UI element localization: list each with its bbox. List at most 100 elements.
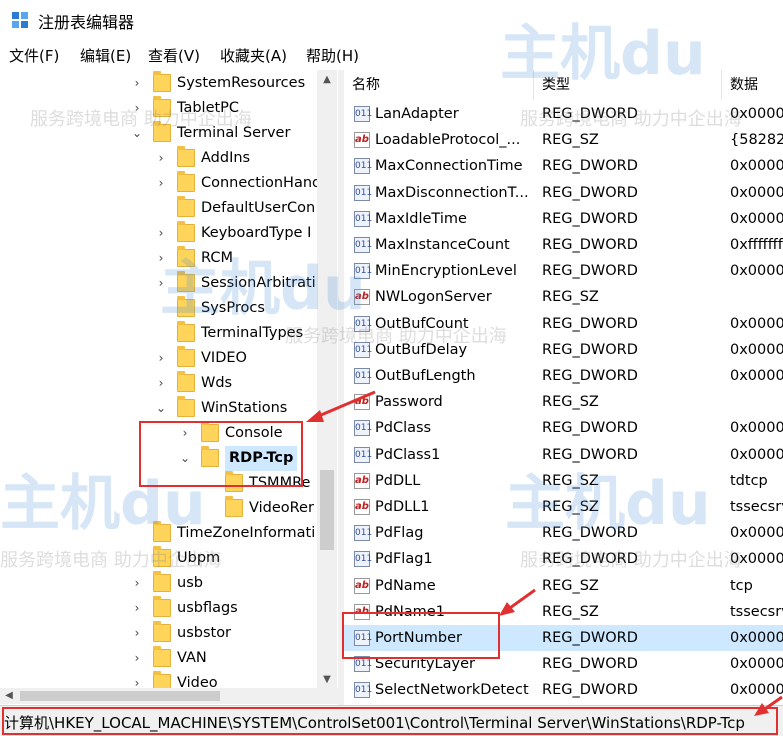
expand-arrow-icon[interactable]: › xyxy=(130,646,144,671)
value-row[interactable]: 011OutBufCount REG_DWORD 0x00000 xyxy=(344,311,783,337)
tree-item-label[interactable]: SessionArbitrati xyxy=(201,271,316,296)
value-row[interactable]: 011PdFlag1 REG_DWORD 0x00000 xyxy=(344,546,783,572)
tree-item[interactable]: › VAN xyxy=(0,646,338,671)
tree-item-label[interactable]: AddIns xyxy=(201,146,250,171)
tree-item-label[interactable]: Wds xyxy=(201,371,232,396)
expand-arrow-icon[interactable]: › xyxy=(154,271,168,296)
tree-item[interactable]: ⌄ RDP-Tcp xyxy=(0,446,338,471)
expand-arrow-icon[interactable]: ⌄ xyxy=(130,121,144,146)
value-row[interactable]: 011PortNumber REG_DWORD 0x00000 xyxy=(344,625,783,651)
expand-arrow-icon[interactable]: › xyxy=(154,346,168,371)
tree-item[interactable]: › RCM xyxy=(0,246,338,271)
expand-arrow-icon[interactable] xyxy=(202,496,216,521)
tree-item-label[interactable]: VIDEO xyxy=(201,346,247,371)
tree-item[interactable]: DefaultUserCon xyxy=(0,196,338,221)
tree-item[interactable]: › Wds xyxy=(0,371,338,396)
tree-item[interactable]: TSMMRe xyxy=(0,471,338,496)
tree-item[interactable]: › SystemResources xyxy=(0,71,338,96)
tree-item[interactable]: › TabletPC xyxy=(0,96,338,121)
expand-arrow-icon[interactable]: › xyxy=(130,596,144,621)
value-row[interactable]: ab PdName1 REG_SZ tssecsrv xyxy=(344,599,783,625)
value-row[interactable]: ab NWLogonServer REG_SZ xyxy=(344,284,783,310)
value-row[interactable]: 011OutBufLength REG_DWORD 0x00000 xyxy=(344,363,783,389)
value-row[interactable]: 011SecurityLayer REG_DWORD 0x00000 xyxy=(344,651,783,677)
expand-arrow-icon[interactable]: › xyxy=(154,171,168,196)
tree-item[interactable]: › usbflags xyxy=(0,596,338,621)
tree-item-label[interactable]: TimeZoneInformati xyxy=(177,521,315,546)
value-row[interactable]: 011OutBufDelay REG_DWORD 0x00000 xyxy=(344,337,783,363)
tree-item-label[interactable]: TabletPC xyxy=(177,96,239,121)
expand-arrow-icon[interactable] xyxy=(202,471,216,496)
expand-arrow-icon[interactable]: ⌄ xyxy=(154,396,168,421)
tree-item[interactable]: SysProcs xyxy=(0,296,338,321)
expand-arrow-icon[interactable]: › xyxy=(130,571,144,596)
value-row[interactable]: ab Password REG_SZ xyxy=(344,389,783,415)
tree-item[interactable]: › usbstor xyxy=(0,621,338,646)
menu-edit[interactable]: 编辑(E) xyxy=(80,45,131,66)
tree-item-label[interactable]: SysProcs xyxy=(201,296,265,321)
column-header-type[interactable]: 类型 xyxy=(534,70,722,100)
value-row[interactable]: 011MaxIdleTime REG_DWORD 0x00000 xyxy=(344,206,783,232)
tree-item[interactable]: › KeyboardType I xyxy=(0,221,338,246)
tree-item-label[interactable]: Console xyxy=(225,421,283,446)
expand-arrow-icon[interactable] xyxy=(130,546,144,571)
expand-arrow-icon[interactable]: › xyxy=(130,71,144,96)
tree-item[interactable]: › ConnectionHand xyxy=(0,171,338,196)
tree-item[interactable]: ⌄ WinStations xyxy=(0,396,338,421)
expand-arrow-icon[interactable]: ⌄ xyxy=(178,446,192,471)
tree-item[interactable]: › Console xyxy=(0,421,338,446)
tree-item-label[interactable]: Terminal Server xyxy=(177,121,290,146)
tree-horizontal-scrollbar[interactable]: ◀ xyxy=(0,688,338,704)
expand-arrow-icon[interactable]: › xyxy=(154,146,168,171)
scroll-up-icon[interactable]: ▲ xyxy=(317,70,337,90)
scroll-left-icon[interactable]: ◀ xyxy=(0,688,18,704)
value-row[interactable]: ab PdDLL REG_SZ tdtcp xyxy=(344,468,783,494)
tree-item-label[interactable]: VideoRer xyxy=(249,496,314,521)
value-row[interactable]: 011LanAdapter REG_DWORD 0x00000 xyxy=(344,101,783,127)
menu-file[interactable]: 文件(F) xyxy=(9,45,59,66)
tree-item[interactable]: TimeZoneInformati xyxy=(0,521,338,546)
expand-arrow-icon[interactable] xyxy=(130,521,144,546)
tree-item[interactable]: Ubpm xyxy=(0,546,338,571)
tree-item-label[interactable]: VAN xyxy=(177,646,207,671)
tree-item-label[interactable]: WinStations xyxy=(201,396,287,421)
menu-favorites[interactable]: 收藏夹(A) xyxy=(220,45,287,66)
menu-help[interactable]: 帮助(H) xyxy=(306,45,359,66)
scroll-thumb-horizontal[interactable] xyxy=(20,691,220,701)
column-header-data[interactable]: 数据 xyxy=(722,70,783,100)
tree-item-label[interactable]: KeyboardType I xyxy=(201,221,311,246)
scroll-down-icon[interactable]: ▼ xyxy=(317,670,337,690)
value-row[interactable]: 011PdClass REG_DWORD 0x00000 xyxy=(344,415,783,441)
tree-item-label[interactable]: usbflags xyxy=(177,596,238,621)
tree-item-label[interactable]: TerminalTypes xyxy=(201,321,303,346)
tree-item[interactable]: ⌄ Terminal Server xyxy=(0,121,338,146)
expand-arrow-icon[interactable]: › xyxy=(154,246,168,271)
scroll-thumb[interactable] xyxy=(320,470,334,550)
expand-arrow-icon[interactable] xyxy=(154,296,168,321)
tree-item-label[interactable]: usb xyxy=(177,571,203,596)
value-row[interactable]: 011SelectNetworkDetect REG_DWORD 0x00000 xyxy=(344,677,783,703)
expand-arrow-icon[interactable]: › xyxy=(130,96,144,121)
column-header-name[interactable]: 名称 xyxy=(344,70,534,100)
tree-item[interactable]: › VIDEO xyxy=(0,346,338,371)
tree-item[interactable]: › usb xyxy=(0,571,338,596)
tree-item-label[interactable]: usbstor xyxy=(177,621,231,646)
tree-item[interactable]: › SessionArbitrati xyxy=(0,271,338,296)
value-row[interactable]: 011MaxDisconnectionT... REG_DWORD 0x00000 xyxy=(344,180,783,206)
value-row[interactable]: ab LoadableProtocol_... REG_SZ {582822 xyxy=(344,127,783,153)
value-row[interactable]: 011PdFlag REG_DWORD 0x00000 xyxy=(344,520,783,546)
value-row[interactable]: ab PdName REG_SZ tcp xyxy=(344,573,783,599)
tree-item-label[interactable]: SystemResources xyxy=(177,71,305,96)
expand-arrow-icon[interactable] xyxy=(154,321,168,346)
expand-arrow-icon[interactable]: › xyxy=(154,371,168,396)
address-path[interactable]: 计算机\HKEY_LOCAL_MACHINE\SYSTEM\ControlSet… xyxy=(4,712,745,733)
tree-vertical-scrollbar[interactable]: ▲ ▼ xyxy=(317,70,337,690)
value-list[interactable]: 名称 类型 数据 011LanAdapterREG_DWORD0x00000ab… xyxy=(344,70,783,705)
value-row[interactable]: 011MinEncryptionLevel REG_DWORD 0x00000 xyxy=(344,258,783,284)
value-row[interactable]: 011MaxConnectionTime REG_DWORD 0x00000 xyxy=(344,153,783,179)
key-tree[interactable]: › SystemResources › TabletPC ⌄ Terminal Serve… xyxy=(0,70,339,690)
tree-item-label[interactable]: Ubpm xyxy=(177,546,220,571)
value-row[interactable]: 011PdClass1 REG_DWORD 0x00000 xyxy=(344,442,783,468)
value-row[interactable]: 011 MaxInstanceCount REG_DWORD 0xfffffff xyxy=(344,232,783,258)
tree-item-label[interactable]: DefaultUserCon xyxy=(201,196,315,221)
